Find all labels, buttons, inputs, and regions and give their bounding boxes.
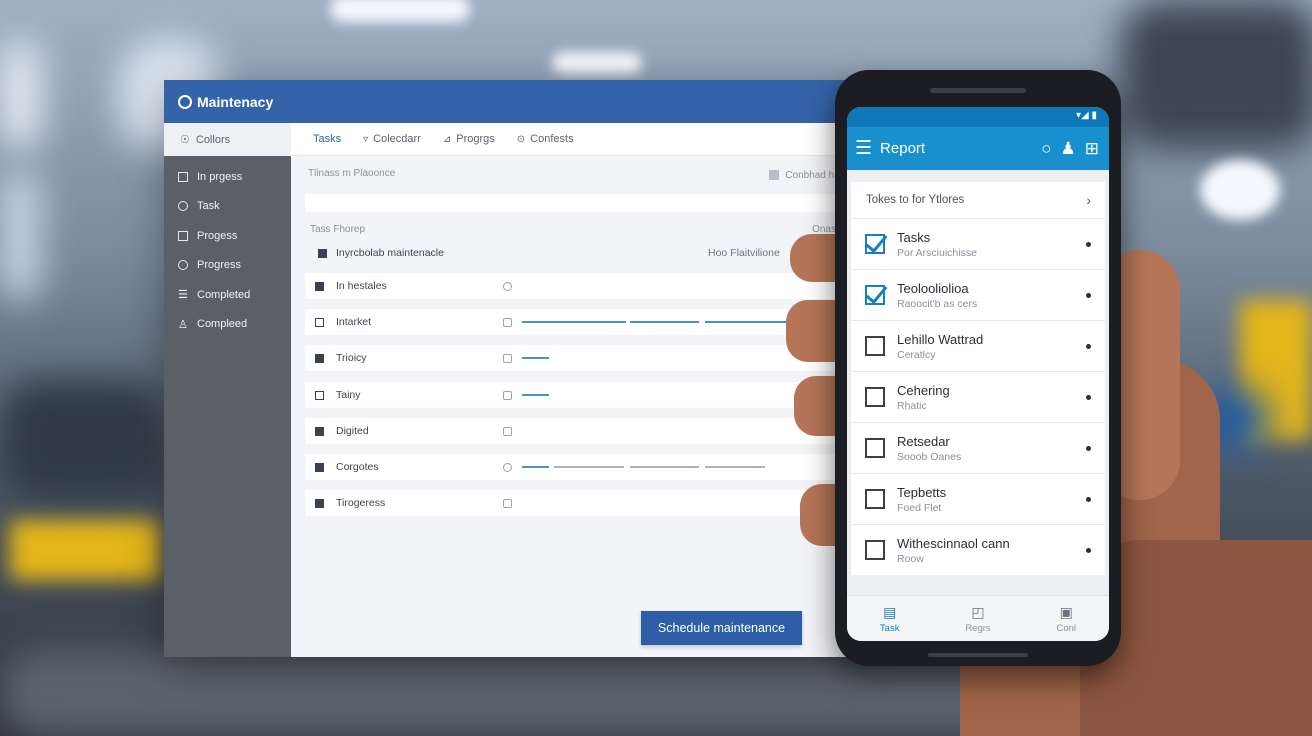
list-item[interactable]: Lehillo Wattrad Ceratlcy [851, 320, 1105, 371]
list-item[interactable]: Retsedar Sooob Oanes [851, 422, 1105, 473]
report-icon: ◰ [971, 603, 985, 620]
more-icon[interactable] [1086, 395, 1091, 400]
mobile-phone: ▾◢ ▮ ☰ Report ○ ♟ ⊞ Tokes to for Ytlores… [835, 70, 1121, 666]
square-icon [178, 230, 188, 241]
nav-config[interactable]: ▣ Conl [1057, 604, 1077, 634]
sidebar-item-progress[interactable]: Progress [164, 251, 291, 281]
list-item[interactable]: Cehering Rhatic [851, 371, 1105, 422]
app-title-bar: Maintenacy [164, 80, 854, 123]
tab-contests[interactable]: ⊙ Confests [517, 133, 574, 145]
mobile-app-bar: ☰ Report ○ ♟ ⊞ [847, 127, 1109, 170]
gear-icon [503, 281, 512, 291]
document-icon [315, 426, 324, 436]
list-item[interactable]: Tasks Por Arsciuichisse [851, 218, 1105, 269]
more-icon[interactable] [1086, 548, 1091, 553]
more-icon[interactable] [1086, 446, 1091, 451]
sidebar: ☉ Collors In prgess Task Progess Progres… [164, 123, 291, 657]
menu-icon[interactable]: ☰ [855, 137, 872, 160]
list-item[interactable]: Withescinnaol cann Roow [851, 524, 1105, 575]
table-header-row: Inyrcbolab maintenacle Hoo Flaitvilione [305, 242, 840, 264]
main-content: Tasks ▿ Colecdarr ⊿ Progrgs ⊙ Confests T… [291, 123, 854, 657]
lock-icon [503, 426, 512, 436]
clock-icon [503, 462, 512, 472]
checkbox[interactable] [865, 387, 885, 407]
tab-calendar[interactable]: ▿ Colecdarr [363, 133, 421, 145]
chevron-right-icon: › [1086, 192, 1091, 208]
table-header: Tass Fhorep Onas [310, 224, 836, 235]
bottom-navigation: ▤ Task ◰ Regrs ▣ Conl [847, 595, 1109, 641]
sidebar-header[interactable]: ☉ Collors [164, 123, 291, 156]
table-row[interactable]: Tainy [305, 382, 840, 408]
checkbox-checked[interactable] [865, 234, 885, 254]
list-icon: ☰ [178, 289, 188, 302]
app-title: Maintenacy [197, 93, 274, 110]
more-icon[interactable] [1086, 497, 1091, 502]
checkbox-icon[interactable] [503, 498, 512, 508]
tab-progress[interactable]: ⊿ Progrgs [443, 133, 495, 145]
square-icon [315, 281, 324, 291]
checkbox-checked[interactable] [865, 285, 885, 305]
person-icon: ♙ [178, 318, 188, 331]
square-icon [315, 353, 324, 363]
table-row[interactable]: Intarket [305, 309, 840, 335]
mobile-screen: ▾◢ ▮ ☰ Report ○ ♟ ⊞ Tokes to for Ytlores… [847, 107, 1109, 641]
sidebar-item-completed[interactable]: ☰ Completed [164, 280, 291, 310]
gear-icon: ⊙ [516, 133, 526, 145]
nav-reports[interactable]: ◰ Regrs [965, 604, 990, 634]
list-icon [315, 462, 324, 472]
trophy-icon [315, 498, 324, 508]
checkbox[interactable] [865, 489, 885, 509]
square-icon [318, 248, 327, 258]
checkbox-icon[interactable] [503, 353, 512, 363]
status-bar: ▾◢ ▮ [847, 107, 1109, 127]
building-icon [315, 390, 324, 400]
palette-icon: ☉ [180, 134, 190, 146]
table-row[interactable]: Corgotes [305, 454, 840, 480]
mobile-app-title: Report [880, 140, 926, 157]
task-list: Tokes to for Ytlores › Tasks Por Arsciui… [851, 182, 1105, 591]
sidebar-item-in-progress[interactable]: In prgess [164, 162, 291, 192]
list-header[interactable]: Tokes to for Ytlores › [851, 182, 1105, 218]
tab-bar: Tasks ▿ Colecdarr ⊿ Progrgs ⊙ Confests [291, 123, 854, 156]
speaker [930, 88, 1026, 93]
desktop-app-window: Maintenacy ☉ Collors In prgess Task Prog… [164, 80, 854, 657]
checkbox[interactable] [865, 438, 885, 458]
calendar-icon [315, 317, 324, 327]
list-item[interactable]: Teolooliolioa Raoocit'b as cers [851, 269, 1105, 320]
search-input[interactable] [305, 194, 840, 212]
table-row[interactable]: In hestales [305, 273, 840, 299]
more-icon[interactable] [1086, 344, 1091, 349]
calendar-icon: ▿ [363, 133, 369, 145]
list-item[interactable]: Tepbetts Foed Flet [851, 473, 1105, 524]
table-row[interactable]: Digited [305, 418, 840, 444]
square-icon [178, 171, 188, 182]
profile-icon[interactable]: ♟ [1061, 139, 1076, 159]
filter-icon[interactable] [769, 170, 780, 180]
table-row[interactable]: Tirogeress [305, 490, 840, 516]
pin-icon [178, 260, 188, 271]
sidebar-item-progess[interactable]: Progess [164, 221, 291, 251]
nav-task[interactable]: ▤ Task [880, 604, 900, 634]
checkbox-icon[interactable] [503, 317, 512, 327]
circle-icon [178, 201, 188, 212]
home-indicator [928, 653, 1028, 657]
more-icon[interactable] [1086, 293, 1091, 298]
sidebar-item-task[interactable]: Task [164, 192, 291, 222]
chart-icon: ⊿ [442, 133, 452, 145]
more-icon[interactable] [1086, 242, 1091, 247]
checkbox[interactable] [865, 540, 885, 560]
signal-icon: ▾◢ ▮ [1076, 110, 1097, 121]
add-icon[interactable]: ⊞ [1085, 139, 1099, 159]
checkbox[interactable] [865, 336, 885, 356]
sidebar-item-compleed[interactable]: ♙ Compleed [164, 310, 291, 340]
checkbox-icon[interactable] [503, 390, 512, 400]
section-subheader: Tlinass m Plaoonce Conbhad hin [308, 168, 842, 181]
settings-icon: ▣ [1059, 603, 1073, 620]
task-icon: ▤ [883, 603, 897, 620]
tab-tasks[interactable]: Tasks [313, 133, 341, 145]
table-row[interactable]: Trioicy [305, 345, 840, 371]
logo-icon [178, 94, 192, 109]
schedule-maintenance-button[interactable]: Schedule maintenance [641, 611, 802, 645]
search-icon[interactable]: ○ [1041, 139, 1051, 159]
